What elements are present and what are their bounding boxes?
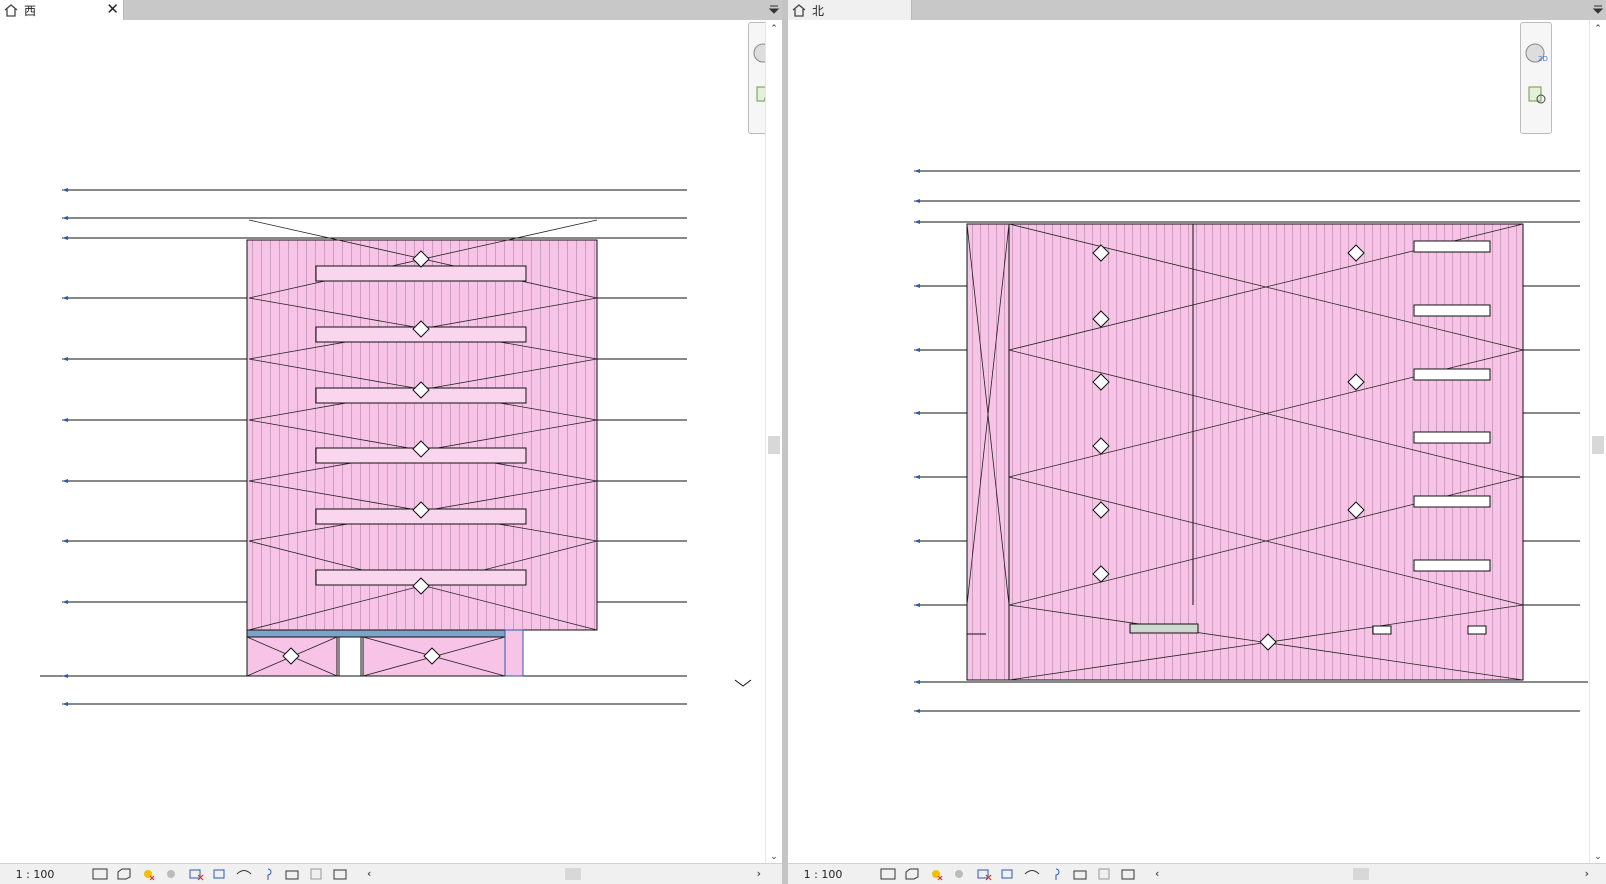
temporary-hide-icon[interactable]	[1022, 866, 1042, 882]
visual-style-icon[interactable]	[902, 866, 922, 882]
temporary-hide-icon[interactable]	[234, 866, 254, 882]
sun-path-icon[interactable]	[926, 866, 946, 882]
north-elevation-drawing[interactable]	[788, 20, 1590, 864]
lock-3d-icon[interactable]	[282, 866, 302, 882]
scroll-up-arrow[interactable]: ⌃	[766, 22, 782, 36]
right-view-control-bar: 1 : 100 ‹ ›	[788, 863, 1606, 884]
left-vertical-scrollbar[interactable]: ⌃ ⌄	[765, 20, 782, 866]
right-vertical-scrollbar[interactable]: ⌃ ⌄	[1589, 20, 1606, 866]
west-elevation-drawing[interactable]	[0, 20, 766, 864]
detail-level-icon[interactable]	[90, 866, 110, 882]
right-horizontal-scrollbar[interactable]: ‹ ›	[1153, 866, 1593, 882]
left-view-pane[interactable]: 西 ✕ ⌃ ⌄ 1: 100 ‹ ›	[0, 0, 782, 884]
right-tabstrip: 北	[788, 0, 1606, 20]
detail-level-icon[interactable]	[878, 866, 898, 882]
scroll-right-arrow[interactable]: ›	[757, 866, 761, 882]
tab-menu-icon[interactable]	[1592, 3, 1604, 17]
view-scale[interactable]: 1 : 100	[0, 868, 70, 881]
tab-title: 北	[812, 3, 825, 18]
left-tabstrip: 西 ✕	[0, 0, 782, 20]
show-crop-icon[interactable]	[998, 866, 1018, 882]
left-view-control-bar: 1 : 100 ‹ ›	[0, 863, 782, 884]
shadows-icon[interactable]	[950, 866, 970, 882]
analytic-icon[interactable]	[330, 866, 350, 882]
close-icon[interactable]: ✕	[106, 1, 119, 18]
scroll-down-arrow[interactable]: ⌄	[1590, 850, 1606, 864]
home-icon	[4, 4, 18, 17]
h-scroll-thumb[interactable]	[1353, 868, 1369, 880]
zoom-region-icon	[1528, 86, 1542, 102]
reveal-hidden-icon[interactable]	[1046, 866, 1066, 882]
scroll-thumb[interactable]	[768, 436, 780, 454]
sun-path-icon[interactable]	[138, 866, 158, 882]
tab-title: 西	[24, 3, 37, 18]
highlight-icon[interactable]	[306, 866, 326, 882]
shadows-icon[interactable]	[162, 866, 182, 882]
view-scale[interactable]: 1 : 100	[788, 868, 858, 881]
crop-view-icon[interactable]	[186, 866, 206, 882]
crop-view-icon[interactable]	[974, 866, 994, 882]
left-horizontal-scrollbar[interactable]: ‹ ›	[365, 866, 765, 882]
right-view-pane[interactable]: 北 2D ⌃ ⌄ 1: 100 ‹ ›	[788, 0, 1606, 884]
tab-west[interactable]: 西 ✕	[0, 0, 124, 20]
visual-style-icon[interactable]	[114, 866, 134, 882]
lock-3d-icon[interactable]	[1070, 866, 1090, 882]
scroll-down-arrow[interactable]: ⌄	[766, 850, 782, 864]
scroll-left-arrow[interactable]: ‹	[1155, 866, 1159, 882]
home-icon	[792, 4, 806, 17]
reveal-hidden-icon[interactable]	[258, 866, 278, 882]
tab-north[interactable]: 北	[788, 0, 912, 20]
scroll-left-arrow[interactable]: ‹	[367, 866, 371, 882]
scroll-right-arrow[interactable]: ›	[1585, 866, 1589, 882]
scroll-up-arrow[interactable]: ⌃	[1590, 22, 1606, 36]
scroll-thumb[interactable]	[1592, 436, 1604, 454]
svg-text:2D: 2D	[1538, 55, 1548, 63]
show-crop-icon[interactable]	[210, 866, 230, 882]
h-scroll-thumb[interactable]	[565, 868, 581, 880]
tab-menu-icon[interactable]	[768, 3, 780, 17]
navigation-bar[interactable]: 2D	[1520, 22, 1552, 134]
analytic-icon[interactable]	[1118, 866, 1138, 882]
highlight-icon[interactable]	[1094, 866, 1114, 882]
